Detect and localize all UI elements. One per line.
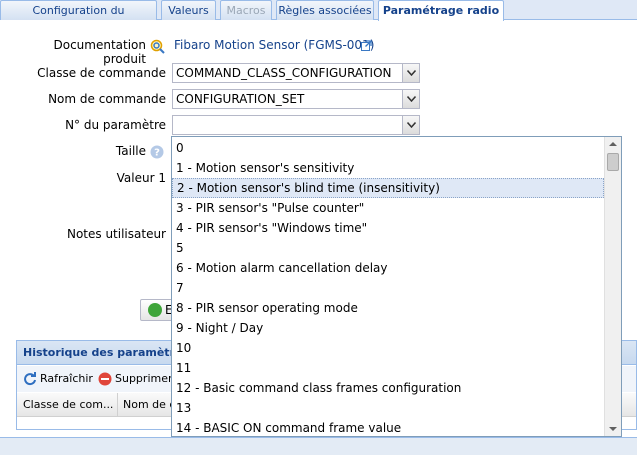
tab-values[interactable]: Valeurs bbox=[161, 0, 216, 20]
command-name-label: Nom de commande bbox=[48, 92, 166, 106]
chevron-down-icon[interactable] bbox=[402, 64, 419, 82]
search-doc-icon bbox=[150, 39, 165, 54]
dropdown-option[interactable]: 11 bbox=[172, 358, 604, 378]
refresh-button[interactable]: Rafraîchir bbox=[40, 372, 93, 385]
command-class-value: COMMAND_CLASS_CONFIGURATION bbox=[176, 66, 392, 80]
command-name-select[interactable]: CONFIGURATION_SET bbox=[172, 89, 420, 109]
param-number-select[interactable] bbox=[172, 115, 420, 135]
chevron-down-icon[interactable] bbox=[402, 116, 419, 134]
bottom-bar bbox=[0, 437, 637, 455]
dropdown-option[interactable]: 3 - PIR sensor's "Pulse counter" bbox=[172, 198, 604, 218]
dropdown-option[interactable]: 13 bbox=[172, 398, 604, 418]
value-1-label: Valeur 1 bbox=[116, 171, 166, 185]
delete-icon[interactable] bbox=[98, 372, 112, 386]
dropdown-option[interactable]: 14 - BASIC ON command frame value bbox=[172, 418, 604, 436]
user-notes-label: Notes utilisateur bbox=[66, 227, 166, 241]
dropdown-option[interactable]: 1 - Motion sensor's sensitivity bbox=[172, 158, 604, 178]
apply-button[interactable]: E bbox=[140, 299, 174, 321]
param-number-dropdown-list[interactable]: 0 1 - Motion sensor's sensitivity 2 - Mo… bbox=[171, 136, 622, 437]
scroll-down-icon[interactable] bbox=[605, 422, 621, 436]
dropdown-option[interactable]: 9 - Night / Day bbox=[172, 318, 604, 338]
tab-radio-settings[interactable]: Paramétrage radio bbox=[378, 0, 504, 21]
command-class-select[interactable]: COMMAND_CLASS_CONFIGURATION bbox=[172, 63, 420, 83]
help-icon[interactable]: ? bbox=[150, 145, 164, 159]
tab-associated-rules[interactable]: Règles associées bbox=[276, 0, 374, 20]
svg-text:?: ? bbox=[154, 148, 160, 159]
history-title: Historique des paramètres bbox=[23, 346, 189, 359]
dropdown-option[interactable]: 10 bbox=[172, 338, 604, 358]
scroll-up-icon[interactable] bbox=[605, 137, 621, 151]
dropdown-option[interactable]: 12 - Basic command class frames configur… bbox=[172, 378, 604, 398]
size-label: Taille bbox=[115, 144, 146, 158]
dropdown-option[interactable]: 8 - PIR sensor operating mode bbox=[172, 298, 604, 318]
tab-macros: Macros bbox=[220, 0, 272, 20]
command-name-value: CONFIGURATION_SET bbox=[176, 92, 305, 106]
refresh-icon[interactable] bbox=[23, 372, 37, 386]
external-link-icon[interactable] bbox=[361, 40, 372, 51]
dropdown-option[interactable]: 5 bbox=[172, 238, 604, 258]
dropdown-option[interactable]: 4 - PIR sensor's "Windows time" bbox=[172, 218, 604, 238]
tab-bar: Configuration du périphérique Valeurs Ma… bbox=[0, 0, 637, 36]
chevron-down-icon[interactable] bbox=[402, 90, 419, 108]
doc-label: Documentation produit bbox=[53, 38, 146, 66]
tab-device-configuration[interactable]: Configuration du périphérique bbox=[0, 0, 157, 36]
ok-icon bbox=[148, 303, 162, 317]
product-doc-link[interactable]: Fibaro Motion Sensor (FGMS-001) bbox=[174, 38, 374, 52]
dropdown-option-selected[interactable]: 2 - Motion sensor's blind time (insensit… bbox=[172, 178, 604, 198]
command-class-label: Classe de commande bbox=[37, 66, 166, 80]
param-number-label: N° du paramètre bbox=[65, 118, 166, 132]
dropdown-option[interactable]: 0 bbox=[172, 138, 604, 158]
delete-button[interactable]: Supprimer bbox=[115, 372, 173, 385]
dropdown-option[interactable]: 7 bbox=[172, 278, 604, 298]
dropdown-scrollbar[interactable] bbox=[604, 137, 621, 436]
dropdown-option[interactable]: 6 - Motion alarm cancellation delay bbox=[172, 258, 604, 278]
scrollbar-thumb[interactable] bbox=[607, 153, 619, 171]
column-command-class[interactable]: Classe de com... bbox=[23, 398, 113, 411]
